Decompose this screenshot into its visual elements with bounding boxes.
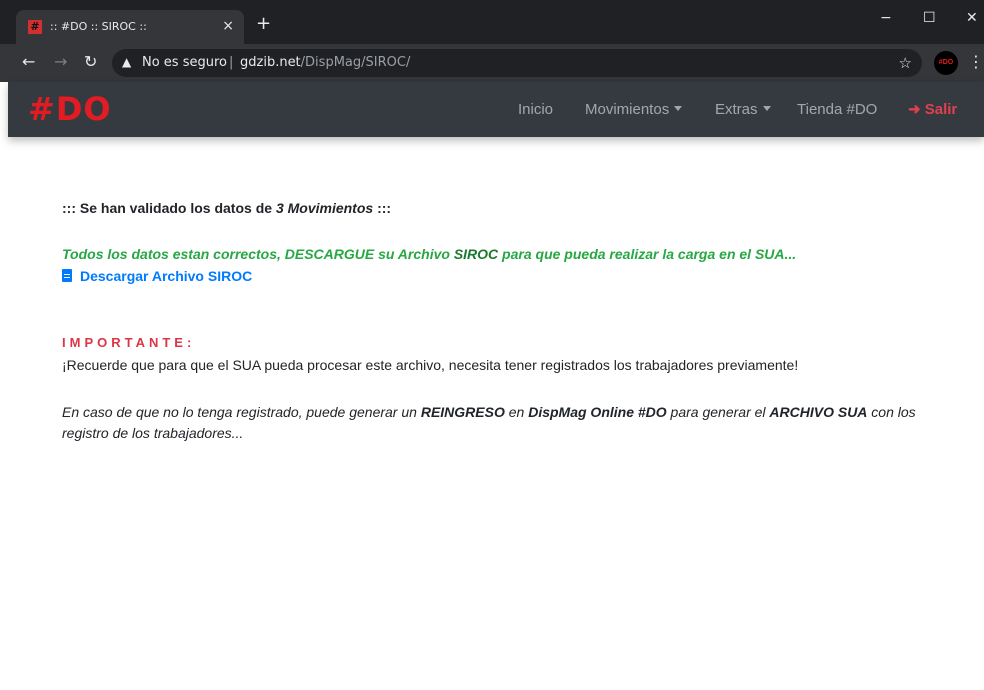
success-message: Todos los datos estan correctos, DESCARG…: [62, 245, 796, 263]
browser-toolbar: ← → ↻ ▲ No es seguro | gdzib.net/DispMag…: [0, 44, 984, 82]
case-part1: En caso de que no lo tenga registrado, p…: [62, 404, 421, 420]
success-part2: para que pueda realizar la carga en el S…: [498, 246, 797, 262]
security-status[interactable]: No es seguro: [142, 55, 227, 70]
profile-avatar[interactable]: #DO: [934, 51, 958, 75]
back-arrow-icon[interactable]: ←: [22, 53, 35, 71]
case-part3: para generar el: [666, 404, 770, 420]
nav-item-tienda[interactable]: Tienda #DO: [797, 101, 877, 119]
nav-item-movimientos[interactable]: Movimientos: [585, 101, 683, 119]
browser-window: # :: #DO :: SIROC :: × + − ☐ ✕ ← → ↻ ▲ N…: [0, 0, 984, 690]
app-navbar: #DO Inicio Movimientos Extras Tienda #DO…: [8, 82, 984, 137]
window-close-icon[interactable]: ✕: [966, 10, 978, 26]
reload-icon[interactable]: ↻: [84, 53, 97, 71]
bookmark-star-icon[interactable]: ☆: [899, 54, 912, 72]
nav-item-extras-label: Extras: [715, 101, 758, 118]
file-icon: [62, 269, 72, 282]
tab-siroc[interactable]: # :: #DO :: SIROC :: ×: [16, 10, 244, 44]
brand-logo[interactable]: #DO: [28, 91, 112, 127]
favicon-icon: #: [28, 20, 42, 34]
reingreso-note: En caso de que no lo tenga registrado, p…: [62, 402, 952, 444]
new-tab-icon[interactable]: +: [256, 15, 271, 33]
download-siroc-link[interactable]: Descargar Archivo SIROC: [62, 267, 252, 285]
tab-strip: # :: #DO :: SIROC :: × + − ☐ ✕: [0, 0, 984, 44]
case-reingreso: REINGRESO: [420, 404, 505, 420]
caret-down-icon: [762, 106, 771, 111]
logout-link[interactable]: ➜ Salir: [908, 101, 957, 119]
url-path: /DispMag/SIROC/: [300, 55, 411, 70]
validation-suffix: :::: [373, 200, 392, 216]
nav-item-movimientos-label: Movimientos: [585, 101, 670, 118]
important-heading: IMPORTANTE:: [62, 335, 196, 350]
case-dispmag: DispMag Online #DO: [528, 404, 667, 420]
forward-arrow-icon[interactable]: →: [54, 53, 67, 71]
logout-label: Salir: [924, 101, 958, 118]
maximize-icon[interactable]: ☐: [923, 10, 936, 26]
success-part1: Todos los datos estan correctos, DESCARG…: [62, 246, 454, 262]
url-text[interactable]: gdzib.net/DispMag/SIROC/: [240, 55, 410, 70]
tab-title: :: #DO :: SIROC ::: [50, 20, 147, 33]
url-separator: |: [229, 55, 234, 70]
caret-down-icon: [674, 106, 683, 111]
download-label: Descargar Archivo SIROC: [80, 268, 253, 284]
validation-count: 3 Movimientos: [275, 200, 374, 216]
case-part2: en: [504, 404, 529, 420]
warning-icon[interactable]: ▲: [122, 55, 131, 69]
nav-item-extras[interactable]: Extras: [715, 101, 771, 119]
remember-text: ¡Recuerde que para que el SUA pueda proc…: [62, 357, 799, 373]
url-host: gdzib.net: [240, 55, 301, 70]
success-siroc: SIROC: [453, 246, 499, 262]
close-tab-icon[interactable]: ×: [222, 18, 234, 34]
address-bar[interactable]: ▲ No es seguro | gdzib.net/DispMag/SIROC…: [112, 49, 922, 77]
nav-item-inicio[interactable]: Inicio: [518, 101, 553, 119]
validation-message: ::: Se han validado los datos de 3 Movim…: [62, 199, 391, 217]
case-archivo: ARCHIVO SUA: [769, 404, 868, 420]
validation-prefix: ::: Se han validado los datos de: [62, 200, 276, 216]
menu-kebab-icon[interactable]: ⋮: [968, 52, 984, 71]
minimize-icon[interactable]: −: [880, 10, 892, 26]
sign-out-icon: ➜: [908, 101, 921, 118]
